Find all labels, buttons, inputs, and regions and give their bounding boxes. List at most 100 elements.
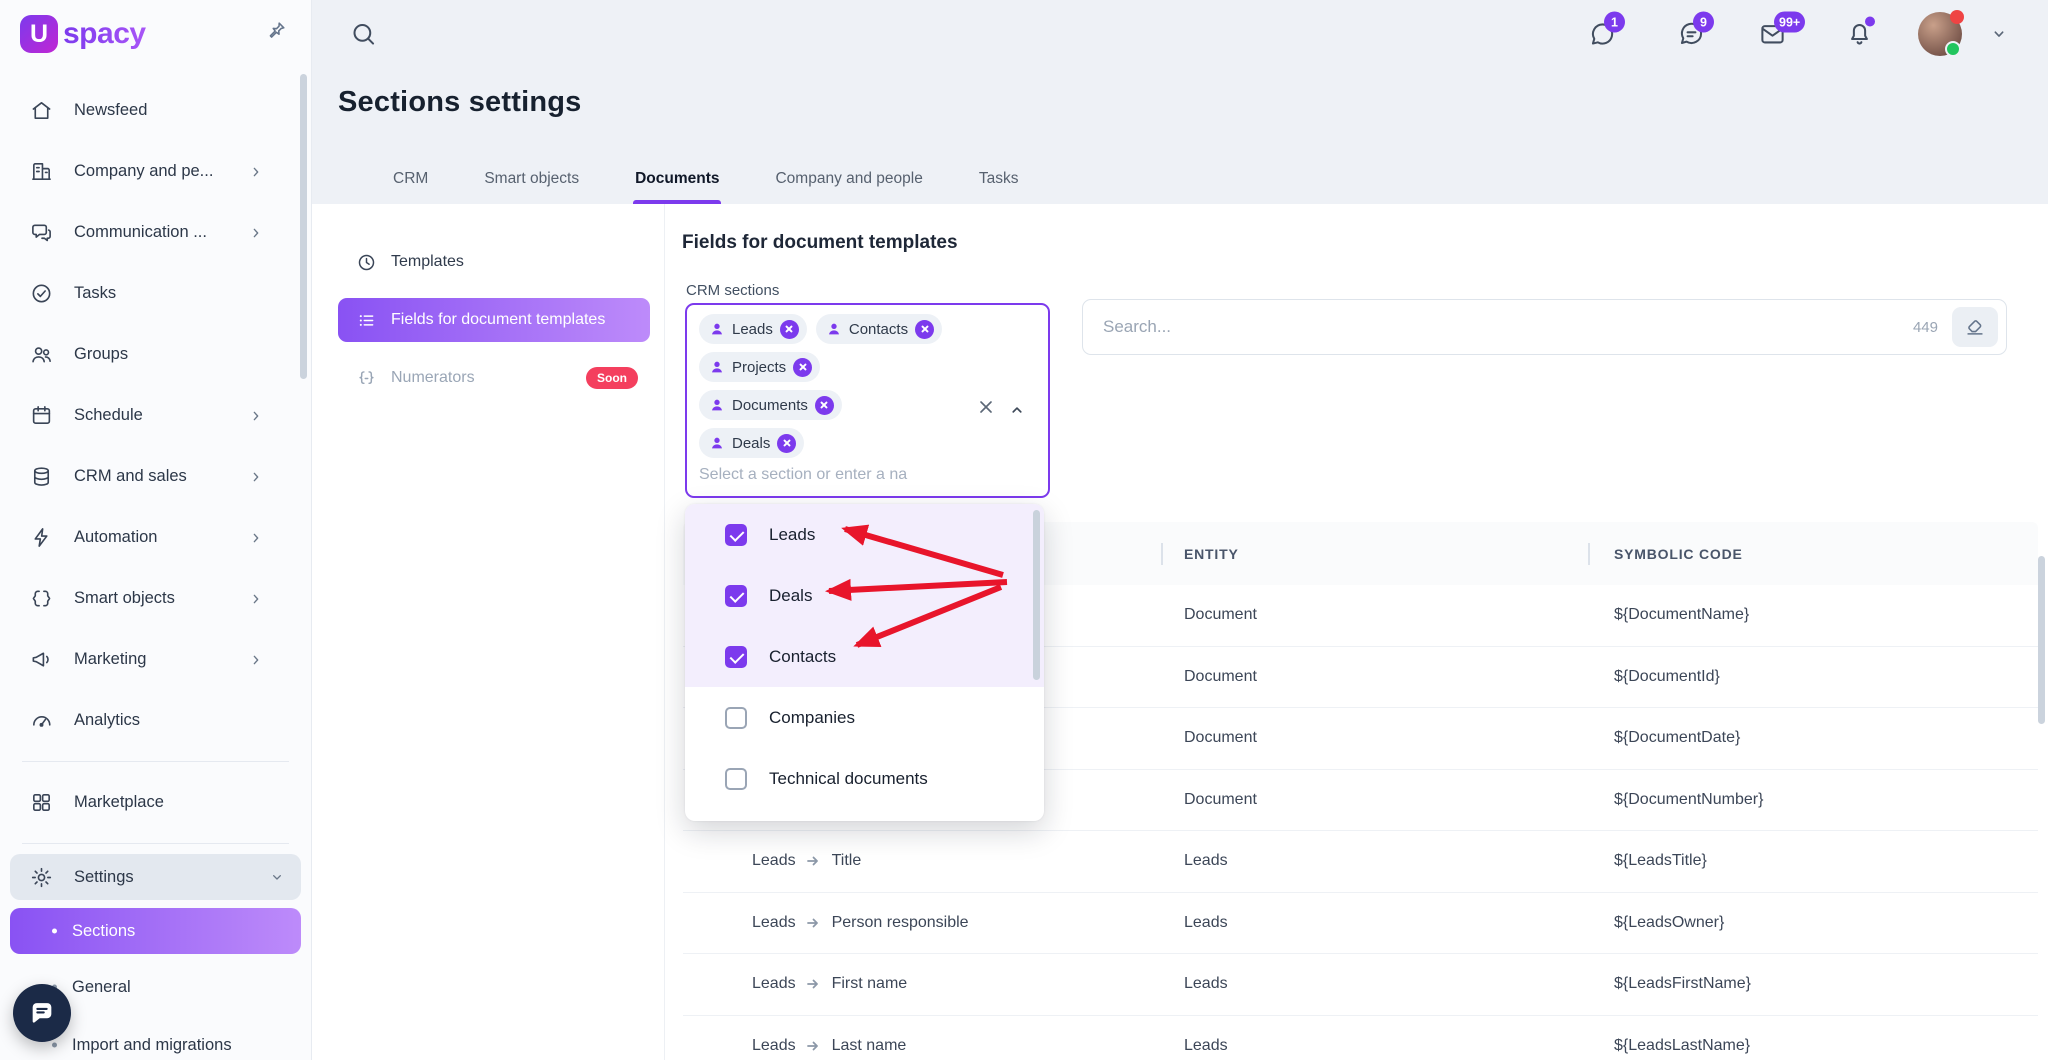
sidebar-item-tasks[interactable]: Tasks (10, 263, 301, 324)
messages-button[interactable]: 1 (1589, 21, 1616, 48)
sidebar-item-analytics[interactable]: Analytics (10, 690, 301, 751)
cell-symbolic-code: ${LeadsTitle} (1614, 852, 1707, 870)
search-input[interactable] (1101, 316, 1913, 338)
arrow-right-icon (805, 914, 823, 932)
sidebar-item-label: Communication ... (74, 223, 207, 242)
cell-name: Leads Title (752, 852, 861, 870)
sidebar-item-label: Automation (74, 528, 157, 547)
dropdown-option-technical-documents[interactable]: Technical documents (685, 748, 1044, 809)
settings-subnav: Templates Fields for document templates … (311, 204, 665, 1060)
table-row: Leads First name Leads ${LeadsFirstName} (683, 954, 2038, 1016)
notifications-button[interactable] (1846, 21, 1873, 48)
sidebar-item-company-and-people[interactable]: Company and pe... (10, 141, 301, 202)
dropdown-option-leads[interactable]: Leads (685, 504, 1044, 565)
checkbox[interactable] (725, 585, 747, 607)
chip-row: Leads Contacts (699, 314, 1036, 344)
mail-button[interactable]: 99+ (1759, 21, 1786, 48)
pin-sidebar-button[interactable] (265, 20, 287, 42)
clear-search-button[interactable] (1952, 307, 1998, 347)
chevron-down-icon (1988, 23, 2010, 45)
sidebar-item-label: Schedule (74, 406, 143, 425)
field-section: Leads (752, 914, 796, 932)
chip-contacts[interactable]: Contacts (816, 314, 942, 344)
groups-icon (30, 343, 53, 366)
chevron-right-icon (248, 225, 264, 241)
user-menu[interactable] (1918, 12, 1962, 56)
sidebar-item-label: Newsfeed (74, 101, 147, 120)
communication-icon (30, 221, 53, 244)
chip-label: Leads (732, 321, 773, 338)
sidebar-item-smart-objects[interactable]: Smart objects (10, 568, 301, 629)
sidebar-item-schedule[interactable]: Schedule (10, 385, 301, 446)
table-row: Leads Person responsible Leads ${LeadsOw… (683, 893, 2038, 955)
global-search-button[interactable] (350, 21, 377, 48)
sidebar-item-label: CRM and sales (74, 467, 187, 486)
chip-projects[interactable]: Projects (699, 352, 820, 382)
sidebar-item-crm-and-sales[interactable]: CRM and sales (10, 446, 301, 507)
sidebar-item-automation[interactable]: Automation (10, 507, 301, 568)
checkbox[interactable] (725, 768, 747, 790)
arrow-right-icon (805, 1037, 823, 1055)
tab-documents[interactable]: Documents (633, 160, 721, 204)
page-header: Sections settings CRM Smart objects Docu… (311, 68, 2048, 204)
sidebar-item-newsfeed[interactable]: Newsfeed (10, 80, 301, 141)
page-scrollbar[interactable] (2038, 556, 2045, 724)
user-menu-toggle[interactable] (1988, 23, 2010, 45)
subnav-item-templates[interactable]: Templates (338, 240, 650, 284)
sidebar-item-marketplace[interactable]: Marketplace (10, 772, 301, 833)
chip-remove-icon[interactable] (793, 358, 812, 377)
tab-company-and-people[interactable]: Company and people (773, 160, 924, 204)
person-icon (709, 321, 725, 337)
dropdown-option-label: Companies (769, 708, 855, 728)
chat-launcher-button[interactable] (13, 984, 71, 1042)
checkbox[interactable] (725, 524, 747, 546)
sidebar-item-label: Marketplace (74, 793, 164, 812)
chip-remove-icon[interactable] (915, 320, 934, 339)
field-section: Leads (752, 852, 796, 870)
chip-deals[interactable]: Deals (699, 428, 804, 458)
analytics-icon (30, 709, 53, 732)
tab-tasks[interactable]: Tasks (977, 160, 1021, 204)
sidebar-item-sections[interactable]: Sections (10, 908, 301, 954)
dropdown-option-deals[interactable]: Deals (685, 565, 1044, 626)
comments-button[interactable]: 9 (1678, 21, 1705, 48)
chip-remove-icon[interactable] (777, 434, 796, 453)
collapse-dropdown-button[interactable] (1008, 401, 1026, 419)
subnav-item-label: Templates (391, 253, 464, 271)
sidebar-item-settings[interactable]: Settings (10, 854, 301, 900)
sidebar-scrollbar[interactable] (300, 74, 307, 379)
chevron-down-icon (269, 869, 285, 885)
sidebar-item-marketing[interactable]: Marketing (10, 629, 301, 690)
tab-crm[interactable]: CRM (391, 160, 430, 204)
chip-remove-icon[interactable] (780, 320, 799, 339)
chevron-right-icon (248, 652, 264, 668)
logo[interactable]: U spacy (0, 0, 311, 68)
chip-remove-icon[interactable] (815, 396, 834, 415)
multiselect-input[interactable]: Select a section or enter a na (699, 466, 1036, 484)
history-icon (356, 252, 377, 273)
dropdown-scrollbar[interactable] (1033, 510, 1040, 680)
cell-symbolic-code: ${DocumentNumber} (1614, 791, 1763, 809)
chip-leads[interactable]: Leads (699, 314, 807, 344)
crm-sections-multiselect[interactable]: Leads Contacts Projects (685, 303, 1050, 498)
dropdown-option-contacts[interactable]: Contacts (685, 626, 1044, 687)
sidebar-item-communication[interactable]: Communication ... (10, 202, 301, 263)
clear-selection-button[interactable] (976, 397, 996, 417)
person-icon (709, 359, 725, 375)
tabs: CRM Smart objects Documents Company and … (391, 160, 1020, 204)
cell-symbolic-code: ${LeadsLastName} (1614, 1037, 1750, 1055)
sidebar-item-label: Marketing (74, 650, 146, 669)
sidebar-item-groups[interactable]: Groups (10, 324, 301, 385)
chip-row: Deals (699, 428, 1036, 458)
checkbox[interactable] (725, 646, 747, 668)
subnav-item-label: Numerators (391, 369, 475, 387)
subnav-item-fields-for-document-templates[interactable]: Fields for document templates (338, 298, 650, 342)
subnav-item-numerators[interactable]: Numerators Soon (338, 356, 650, 400)
chip-documents[interactable]: Documents (699, 390, 842, 420)
sidebar-item-label: Import and migrations (72, 1036, 232, 1055)
mail-badge: 99+ (1774, 12, 1805, 33)
dropdown-option-companies[interactable]: Companies (685, 687, 1044, 748)
tab-smart-objects[interactable]: Smart objects (482, 160, 581, 204)
checkbox[interactable] (725, 707, 747, 729)
chevron-right-icon (248, 591, 264, 607)
